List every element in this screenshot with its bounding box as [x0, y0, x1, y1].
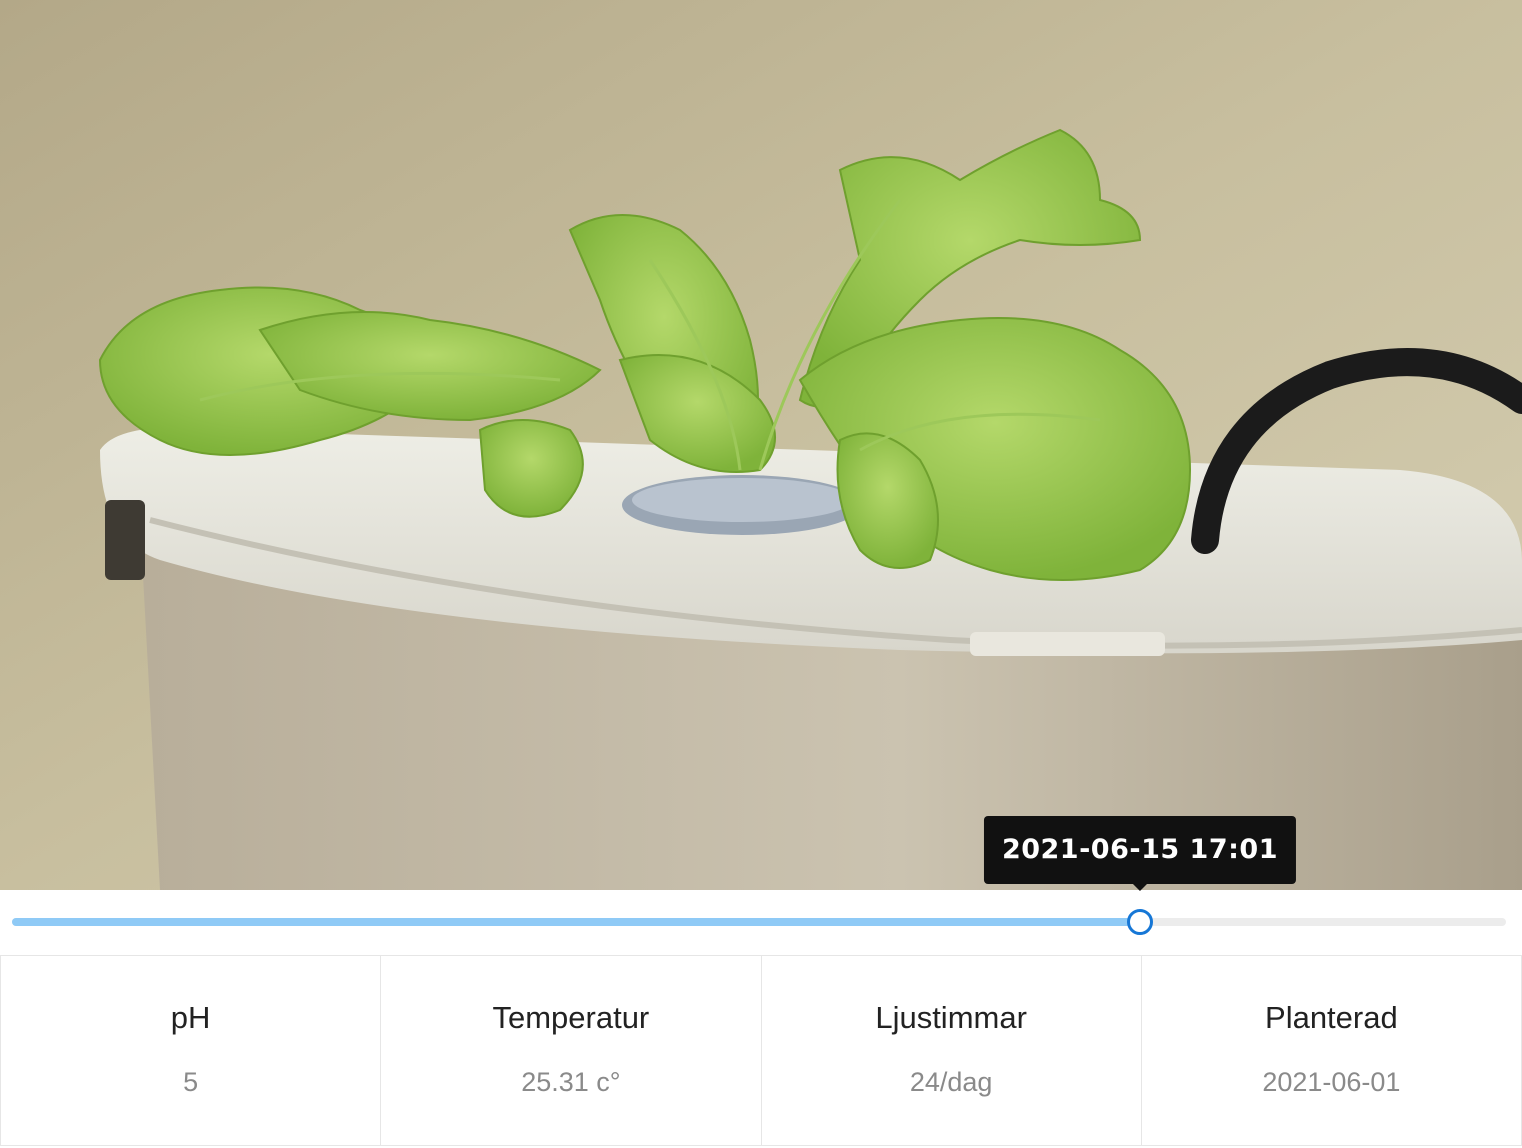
slider-track	[12, 918, 1140, 926]
stat-label: Temperatur	[492, 1000, 650, 1035]
stat-label: Planterad	[1265, 1000, 1398, 1035]
timeline-tooltip: 2021-06-15 17:01	[983, 816, 1296, 891]
timeline-slider[interactable]	[12, 904, 1506, 940]
tooltip-arrow-icon	[1132, 884, 1147, 891]
stat-planted: Planterad 2021-06-01	[1140, 956, 1522, 1145]
stat-ph: pH 5	[0, 956, 380, 1145]
stat-label: Ljustimmar	[875, 1000, 1027, 1035]
stat-light-hours: Ljustimmar 24/dag	[760, 956, 1141, 1145]
stat-value: 25.31 c°	[521, 1067, 621, 1097]
plant-photo	[0, 0, 1522, 890]
stat-temperature: Temperatur 25.31 c°	[380, 956, 760, 1145]
stat-value: 24/dag	[909, 1067, 993, 1097]
stat-value: 2021-06-01	[1262, 1067, 1401, 1097]
stat-value: 5	[183, 1067, 199, 1097]
stats-panel: pH 5 Temperatur 25.31 c° Ljustimmar 24/d…	[0, 955, 1522, 1146]
stat-label: pH	[170, 1000, 211, 1035]
selected-time-text: 2021-06-15 17:01	[1001, 834, 1278, 865]
slider-handle[interactable]	[1126, 909, 1153, 935]
